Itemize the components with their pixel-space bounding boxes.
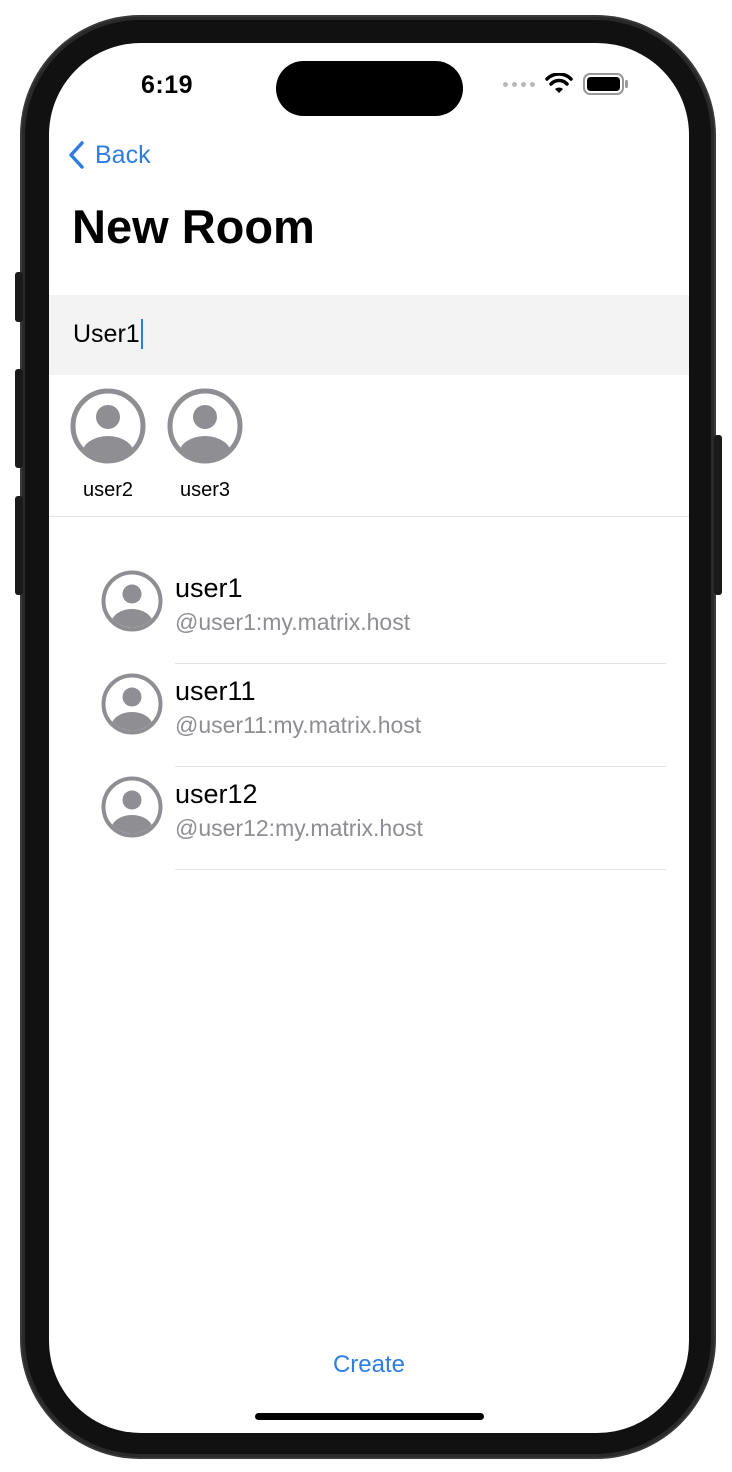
person-circle-icon [101,776,163,838]
wifi-icon [545,73,573,93]
list-item[interactable]: user1 @user1:my.matrix.host [49,561,689,664]
signal-dots-icon [503,81,535,87]
home-indicator [255,1413,484,1420]
user-search-results: user1 @user1:my.matrix.host user11 @user… [49,561,689,870]
power-button [714,435,722,595]
row-divider [175,869,666,870]
user-matrix-id: @user11:my.matrix.host [175,712,422,738]
user-display-name: user12 [175,779,258,809]
selected-user-label: user3 [179,479,231,501]
list-item[interactable]: user12 @user12:my.matrix.host [49,767,689,870]
search-input[interactable]: User1 [73,319,143,349]
action-button [15,272,23,322]
user-display-name: user1 [175,573,243,603]
text-caret [140,319,143,349]
user-matrix-id: @user12:my.matrix.host [175,815,423,841]
status-time: 6:19 [141,71,194,99]
status-icons [503,73,629,95]
back-button[interactable]: Back [67,140,151,170]
person-circle-icon [101,673,163,735]
selected-user-chip[interactable]: user3 [167,388,243,502]
volume-up-button [15,369,23,468]
page-title: New Room [72,200,315,253]
person-circle-icon [101,570,163,632]
user-matrix-id: @user1:my.matrix.host [175,609,411,635]
person-circle-icon [70,388,146,464]
selected-users-strip: user2 user3 [49,388,689,517]
create-button[interactable]: Create [49,1351,689,1379]
volume-down-button [15,496,23,595]
dynamic-island [276,61,463,116]
user-display-name: user11 [175,676,256,706]
person-circle-icon [167,388,243,464]
search-value: User1 [73,319,140,348]
list-item[interactable]: user11 @user11:my.matrix.host [49,664,689,767]
battery-icon [583,73,628,95]
search-field[interactable]: User1 [49,295,689,375]
selected-user-label: user2 [82,479,134,501]
back-label: Back [95,140,151,169]
selected-user-chip[interactable]: user2 [70,388,146,502]
chevron-left-icon [69,141,84,169]
screen: 6:19 Back New Room User1 user2 user3 use… [49,43,689,1433]
